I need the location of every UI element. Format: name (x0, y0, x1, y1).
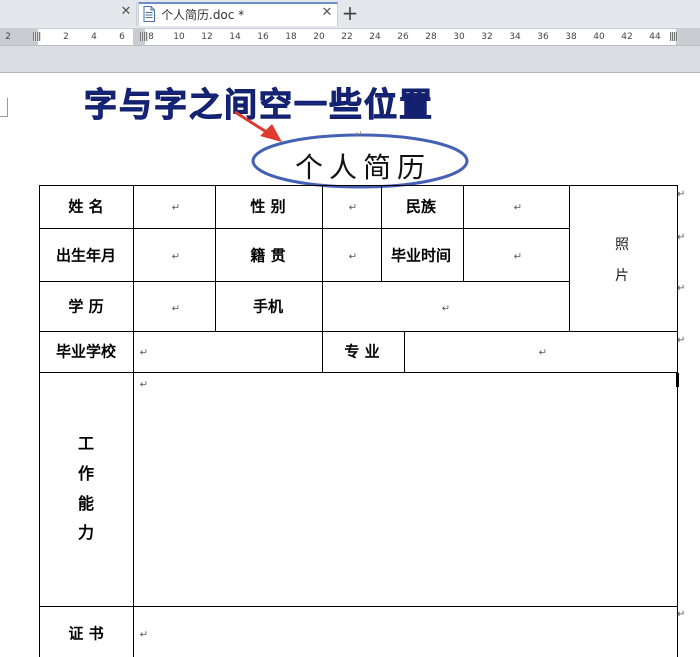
photo-label: 片 (615, 268, 629, 284)
ruler-tick: 12 (201, 32, 213, 42)
ruler-tick: 6 (119, 32, 125, 42)
ruler-column-marker[interactable] (140, 32, 148, 41)
education-label: 学 历 (68, 297, 104, 316)
native-place-label: 籍 贯 (250, 246, 286, 265)
table-border (404, 331, 405, 372)
ruler-tick: 40 (593, 32, 605, 42)
certificate-label: 证 书 (68, 624, 104, 643)
ethnicity-label: 民族 (405, 197, 437, 216)
major-label: 专 业 (344, 342, 380, 361)
phone-label: 手机 (252, 297, 284, 316)
annotation-text: 字与字之间空一些位置 (84, 85, 434, 125)
close-tab-icon[interactable]: ✕ (321, 6, 333, 20)
graduation-time-label: 毕业时间 (390, 246, 452, 265)
ruler-tick: 2 (5, 32, 11, 42)
row-end-mark: ↵ (677, 189, 686, 200)
ruler-tick: 36 (537, 32, 549, 42)
horizontal-ruler[interactable]: 2 2 4 6 8 10 12 14 16 18 20 22 24 26 28 … (0, 29, 700, 46)
school-label: 毕业学校 (55, 342, 117, 361)
ruler-tick: 30 (453, 32, 465, 42)
work-ability-label: 能 (77, 494, 95, 513)
ruler-tick: 28 (425, 32, 437, 42)
table-border (39, 228, 570, 229)
row-end-mark: ↵ (677, 283, 686, 294)
page-corner-mark (0, 98, 8, 117)
table-border (39, 372, 677, 373)
name-value-cell[interactable]: ↵ (172, 203, 180, 214)
name-label: 姓 名 (68, 197, 104, 216)
table-border (677, 185, 678, 657)
tab-resume-document[interactable]: 个人简历.doc * ✕ (138, 2, 338, 26)
ruler-tick: 26 (397, 32, 409, 42)
table-resize-handle[interactable] (676, 373, 679, 387)
ruler-tick: 44 (649, 32, 661, 42)
tab-previous-document[interactable]: ✕ (0, 2, 137, 26)
doc-file-icon (143, 6, 155, 22)
birth-value-cell[interactable]: ↵ (172, 252, 180, 263)
tab-bar: ✕ 个人简历.doc * ✕ + (0, 0, 700, 29)
ruler-tick: 32 (481, 32, 493, 42)
ethnicity-value-cell[interactable]: ↵ (514, 203, 522, 214)
phone-value-cell[interactable]: ↵ (442, 304, 450, 315)
education-value-cell[interactable]: ↵ (172, 304, 180, 315)
ruler-tick: 38 (565, 32, 577, 42)
work-ability-label: 工 (77, 434, 95, 453)
close-tab-icon[interactable]: ✕ (120, 5, 132, 19)
table-border (215, 185, 216, 331)
ruler-column-marker[interactable] (670, 32, 678, 41)
document-title[interactable]: 个人简历 (268, 146, 458, 186)
major-value-cell[interactable]: ↵ (539, 348, 547, 359)
document-toolbar-band (0, 46, 700, 73)
ruler-tick: 20 (313, 32, 325, 42)
ruler-tick: 10 (173, 32, 185, 42)
ruler-tick: 24 (369, 32, 381, 42)
ruler-tick: 8 (148, 32, 154, 42)
ruler-tick: 18 (285, 32, 297, 42)
tab-title: 个人简历.doc * (161, 8, 245, 22)
ruler-tick: 14 (229, 32, 241, 42)
table-border (569, 185, 570, 331)
ruler-tick: 4 (91, 32, 97, 42)
table-border (39, 281, 570, 282)
certificate-value-cell[interactable]: ↵ (140, 630, 148, 641)
graduation-time-value-cell[interactable]: ↵ (514, 252, 522, 263)
table-border (39, 606, 677, 607)
table-border (39, 185, 677, 186)
paragraph-mark: ↵ (355, 130, 363, 140)
row-end-mark: ↵ (677, 335, 686, 346)
birth-label: 出生年月 (55, 246, 117, 265)
ruler-column-marker[interactable] (33, 32, 41, 41)
native-place-value-cell[interactable]: ↵ (349, 252, 357, 263)
ruler-margin-right (676, 29, 700, 45)
new-tab-plus-icon[interactable]: + (340, 2, 360, 24)
school-value-cell[interactable]: ↵ (140, 348, 148, 359)
table-border (463, 185, 464, 281)
gender-label: 性 别 (250, 197, 286, 216)
ruler-tick: 16 (257, 32, 269, 42)
row-end-mark: ↵ (677, 232, 686, 243)
table-border (322, 185, 323, 372)
ruler-tick: 2 (63, 32, 69, 42)
work-ability-value-cell[interactable]: ↵ (140, 380, 148, 391)
work-ability-label: 作 (77, 464, 95, 483)
table-border (39, 331, 677, 332)
photo-label: 照 (615, 237, 629, 253)
ruler-tick: 22 (341, 32, 353, 42)
work-ability-label: 力 (77, 523, 95, 542)
gender-value-cell[interactable]: ↵ (349, 203, 357, 214)
table-border (133, 185, 134, 657)
ruler-tick: 34 (509, 32, 521, 42)
table-border (381, 185, 382, 281)
ruler-tick: 42 (621, 32, 633, 42)
row-end-mark: ↵ (677, 609, 686, 620)
table-border (39, 185, 40, 657)
